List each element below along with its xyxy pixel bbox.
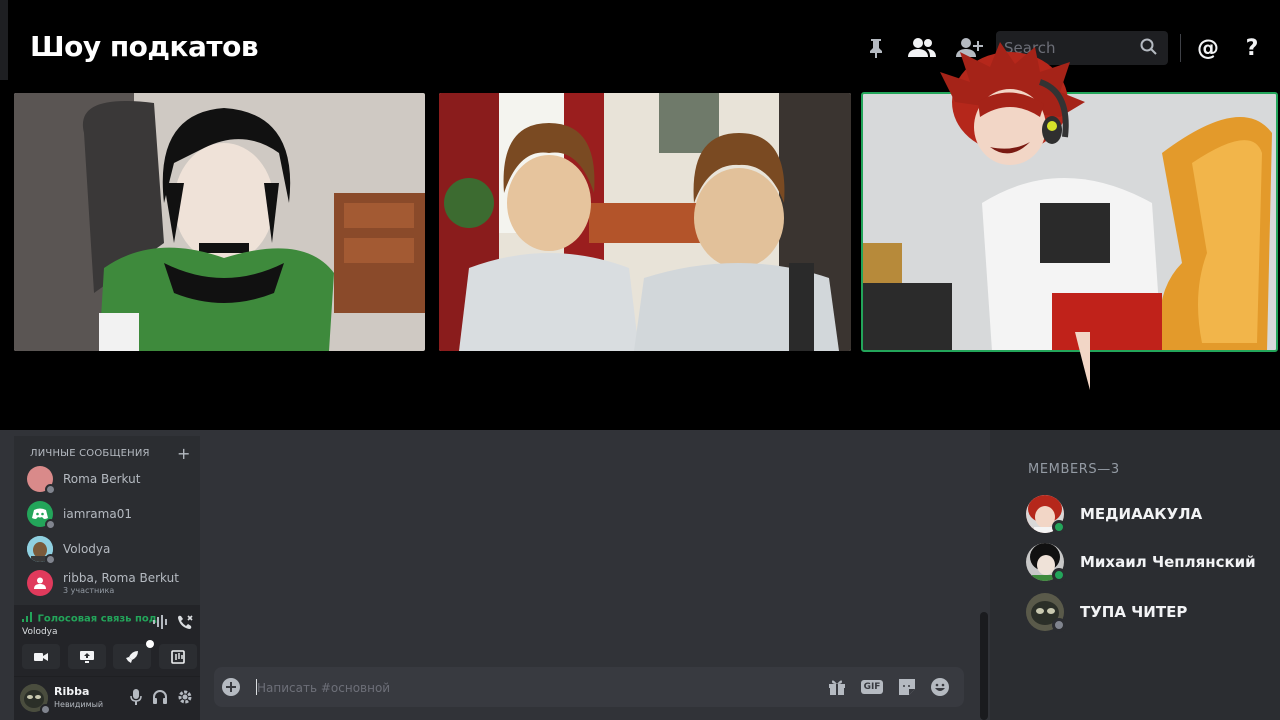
avatar [1026, 495, 1066, 534]
search-input[interactable]: Search [996, 31, 1168, 65]
activity-button[interactable] [113, 640, 154, 669]
offline-status-icon [1052, 618, 1066, 632]
video-tile-3[interactable] [861, 92, 1278, 352]
participant-video [14, 93, 425, 351]
dm-item[interactable]: Volodya [27, 534, 111, 565]
toolbar-divider [1180, 34, 1181, 62]
signal-icon [22, 612, 34, 625]
mention-icon[interactable]: @ [1194, 34, 1222, 62]
status-icon [45, 519, 56, 530]
voice-status: Голосовая связь под [22, 612, 157, 625]
online-status-icon [1052, 568, 1066, 582]
dm-item[interactable]: iamrama01 [27, 499, 132, 530]
sticker-icon[interactable] [896, 676, 918, 698]
gift-icon[interactable] [826, 676, 848, 698]
noise-suppression-icon[interactable] [150, 612, 170, 632]
user-status: Невидимый [54, 700, 104, 709]
online-status-icon [1052, 520, 1066, 534]
avatar [27, 536, 56, 565]
status-icon [45, 554, 56, 565]
search-placeholder: Search [1004, 39, 1056, 57]
avatar [1026, 593, 1066, 632]
dm-name: iamrama01 [63, 507, 132, 521]
add-dm-icon[interactable]: + [177, 444, 190, 463]
status-icon [45, 484, 56, 495]
dm-item[interactable]: Roma Berkut [27, 464, 141, 495]
member-name: ТУПА ЧИТЕР [1080, 603, 1188, 621]
headphones-icon[interactable] [149, 686, 171, 708]
group-dm-icon [27, 570, 53, 596]
invisible-status-icon [40, 704, 51, 715]
help-icon[interactable]: ? [1238, 34, 1266, 62]
members-title: MEMBERS—3 [1028, 462, 1120, 477]
video-tile-2[interactable] [439, 93, 851, 351]
screen-share-button[interactable] [68, 644, 106, 669]
soundboard-icon [171, 649, 185, 664]
dm-name: Roma Berkut [63, 472, 141, 486]
settings-gear-icon[interactable] [174, 686, 196, 708]
microphone-icon[interactable] [126, 686, 146, 708]
participant-video [862, 93, 1277, 351]
message-input[interactable]: Написать #основной [257, 681, 390, 695]
gif-button[interactable]: GIF [860, 676, 884, 698]
attach-plus-icon[interactable] [220, 676, 242, 698]
camera-icon [34, 652, 48, 661]
soundboard-button[interactable] [159, 644, 197, 669]
server-rail [0, 0, 8, 80]
notification-dot [146, 640, 154, 648]
member-name: Михаил Чеплянский [1080, 553, 1256, 571]
video-tile-1[interactable] [14, 93, 425, 351]
member-item[interactable]: МЕДИААКУЛА [1026, 492, 1202, 536]
member-item[interactable]: Михаил Чеплянский [1026, 540, 1256, 584]
voice-channel[interactable]: Volodya [22, 627, 58, 637]
username: Ribba [54, 685, 90, 698]
discord-logo-icon [27, 501, 56, 530]
camera-button[interactable] [22, 644, 60, 669]
participant-video [439, 93, 851, 351]
avatar [27, 466, 56, 495]
add-friend-icon[interactable] [954, 34, 984, 62]
rocket-icon [126, 650, 138, 663]
dm-subtitle: 3 участника [63, 586, 115, 595]
member-name: МЕДИААКУЛА [1080, 505, 1203, 523]
members-icon[interactable] [906, 34, 938, 62]
screen-share-icon [80, 650, 94, 663]
user-avatar[interactable] [20, 684, 51, 715]
disconnect-icon[interactable] [175, 612, 195, 632]
channel-title: Шоу подкатов [30, 30, 259, 63]
chat-scrollbar[interactable] [980, 612, 988, 720]
voice-status-text: Голосовая связь под [37, 613, 157, 625]
dm-item[interactable]: ribba, Roma Berkut 3 участника [27, 568, 179, 598]
pin-icon[interactable] [862, 34, 890, 62]
dm-header: ЛИЧНЫЕ СООБЩЕНИЯ [30, 448, 150, 459]
dm-name: Volodya [63, 542, 111, 556]
emoji-icon[interactable] [929, 676, 951, 698]
member-item[interactable]: ТУПА ЧИТЕР [1026, 590, 1187, 634]
gif-label: GIF [860, 680, 884, 694]
avatar [1026, 543, 1066, 582]
dm-name: ribba, Roma Berkut [63, 571, 179, 585]
search-icon [1140, 38, 1158, 60]
